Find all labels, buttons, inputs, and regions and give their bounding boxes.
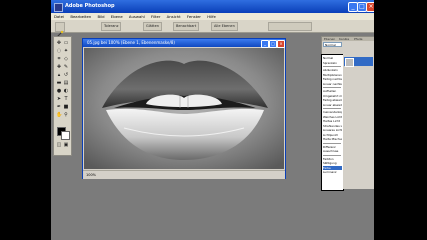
- antialias-checkbox[interactable]: Glätten: [143, 22, 162, 31]
- screen-mode-icon[interactable]: ▣: [63, 142, 69, 148]
- blend-option[interactable]: Normal: [323, 56, 342, 60]
- move-tool-icon[interactable]: ✥: [56, 40, 62, 46]
- shape-tool-icon[interactable]: ■: [63, 104, 69, 110]
- doc-close-button[interactable]: ×: [277, 40, 285, 48]
- background-color-swatch[interactable]: [61, 131, 70, 140]
- history-brush-icon[interactable]: ↺: [63, 72, 69, 78]
- crop-tool-icon[interactable]: ⌗: [56, 56, 62, 62]
- blend-option[interactable]: Lichtpunkt: [323, 133, 342, 137]
- magic-wand-tool-icon[interactable]: ✦: [63, 48, 69, 54]
- blend-option[interactable]: Umgekehrt multiplizieren: [323, 94, 342, 98]
- blend-option[interactable]: Farbton: [323, 157, 342, 161]
- tab-ebenen[interactable]: Ebenen: [324, 37, 335, 41]
- toolbox: ✥ ▭ ◌ ✦ ⌗ ◇ ✚ ✎ ▴ ↺ ▬ ▤ ● ◐ ➤ T ✒ ■ ✋ ⚲ …: [53, 36, 72, 156]
- brush-tool-icon[interactable]: ✎: [63, 64, 69, 70]
- dropdown-separator: [323, 142, 341, 144]
- blend-option[interactable]: Sättigung: [323, 161, 342, 165]
- magic-wand-icon[interactable]: [55, 22, 65, 38]
- blend-option[interactable]: Hartes Licht: [323, 119, 342, 123]
- contiguous-checkbox[interactable]: Benachbart: [173, 22, 200, 31]
- blend-option[interactable]: Luminanz: [323, 170, 342, 174]
- blend-mode-select[interactable]: Normal: [323, 42, 342, 47]
- dropdown-separator: [323, 87, 341, 88]
- app-icon: [54, 3, 63, 12]
- menu-hilfe[interactable]: Hilfe: [207, 14, 216, 19]
- doc-minimize-button[interactable]: _: [261, 40, 269, 48]
- menu-bearbeiten[interactable]: Bearbeiten: [70, 14, 91, 19]
- app-title: Adobe Photoshop: [65, 3, 115, 9]
- blend-option[interactable]: Strahlendes Licht: [323, 124, 342, 128]
- blend-option[interactable]: Ineinanderkopieren: [323, 110, 342, 114]
- eraser-tool-icon[interactable]: ▬: [56, 80, 62, 86]
- stamp-tool-icon[interactable]: ▴: [56, 72, 62, 78]
- lasso-tool-icon[interactable]: ◌: [56, 48, 62, 54]
- palette-well[interactable]: [268, 22, 312, 31]
- zoom-level[interactable]: 100%: [86, 171, 96, 179]
- options-bar: Toleranz Glätten Benachbart Alle Ebenen: [51, 20, 374, 38]
- blend-option[interactable]: Farbig abwedeln: [323, 98, 342, 102]
- doc-maximize-button[interactable]: □: [269, 40, 277, 48]
- menu-bild[interactable]: Bild: [97, 14, 104, 19]
- blend-option[interactable]: Weiches Licht: [323, 115, 342, 119]
- tolerance-field[interactable]: Toleranz: [101, 22, 122, 31]
- pen-tool-icon[interactable]: ✒: [56, 104, 62, 110]
- photoshop-screen: Adobe Photoshop _ □ × Datei Bearbeiten B…: [51, 0, 374, 240]
- all-layers-checkbox[interactable]: Alle Ebenen: [211, 22, 238, 31]
- document-title: 05.jpg bei 100% (Ebene 1, Ebenenmaske/8): [87, 40, 175, 45]
- layer-thumbnail: [345, 58, 354, 67]
- slice-tool-icon[interactable]: ◇: [63, 56, 69, 62]
- menu-auswahl[interactable]: Auswahl: [129, 14, 145, 19]
- marquee-tool-icon[interactable]: ▭: [63, 40, 69, 46]
- blend-option[interactable]: Linear nachbelichten: [323, 82, 342, 86]
- quick-mask-icon[interactable]: ◫: [56, 142, 62, 148]
- blend-option[interactable]: Aufhellen: [323, 89, 342, 93]
- close-button[interactable]: ×: [366, 2, 374, 12]
- menu-ansicht[interactable]: Ansicht: [167, 14, 181, 19]
- dropdown-separator: [323, 66, 341, 67]
- blend-option[interactable]: Abdunkeln: [323, 68, 342, 72]
- blend-option[interactable]: Lineares Licht: [323, 128, 342, 132]
- blend-option[interactable]: Multiplizieren: [323, 73, 342, 77]
- tab-pfade[interactable]: Pfade: [354, 37, 362, 41]
- dodge-tool-icon[interactable]: ◐: [63, 88, 69, 94]
- blend-option[interactable]: Harte Mischung: [323, 137, 342, 141]
- dropdown-separator: [323, 154, 341, 156]
- image-canvas[interactable]: [84, 48, 284, 169]
- type-tool-icon[interactable]: T: [63, 96, 69, 102]
- document-title-bar: 05.jpg bei 100% (Ebene 1, Ebenenmaske/8)…: [83, 39, 285, 48]
- document-status-bar: 100%: [83, 170, 285, 179]
- blend-option[interactable]: Sprenkeln: [323, 61, 342, 65]
- tab-kanaele[interactable]: Kanäle: [339, 37, 349, 41]
- layers-tabs: Ebenen Kanäle Pfade: [322, 37, 374, 41]
- menu-datei[interactable]: Datei: [54, 14, 64, 19]
- blend-option[interactable]: Differenz: [323, 145, 342, 149]
- path-select-icon[interactable]: ➤: [56, 96, 62, 102]
- blend-option[interactable]: Ausschluss: [323, 149, 342, 153]
- blend-option[interactable]: Farbe: [323, 165, 342, 170]
- menu-bar: Datei Bearbeiten Bild Ebene Auswahl Filt…: [51, 13, 374, 20]
- document-window: 05.jpg bei 100% (Ebene 1, Ebenenmaske/8)…: [82, 38, 286, 179]
- blend-mode-dropdown[interactable]: Normal Sprenkeln Abdunkeln Multiplizieren Fa…: [321, 54, 344, 191]
- healing-tool-icon[interactable]: ✚: [56, 64, 62, 70]
- zoom-tool-icon[interactable]: ⚲: [63, 112, 69, 118]
- hand-tool-icon[interactable]: ✋: [56, 112, 62, 118]
- menu-fenster[interactable]: Fenster: [187, 14, 201, 19]
- title-bar: Adobe Photoshop _ □ ×: [51, 0, 374, 13]
- gradient-tool-icon[interactable]: ▤: [63, 80, 69, 86]
- blend-option[interactable]: Linear abwedeln: [323, 103, 342, 107]
- dropdown-separator: [323, 108, 341, 109]
- blur-tool-icon[interactable]: ●: [56, 88, 62, 94]
- layer-row[interactable]: [344, 57, 373, 67]
- menu-ebene[interactable]: Ebene: [111, 14, 123, 19]
- layers-panel-header: Ebenen Kanäle Pfade Normal: [321, 36, 374, 56]
- blend-option[interactable]: Farbig nachbelichten: [323, 77, 342, 81]
- menu-filter[interactable]: Filter: [151, 14, 160, 19]
- layers-list: [343, 54, 374, 189]
